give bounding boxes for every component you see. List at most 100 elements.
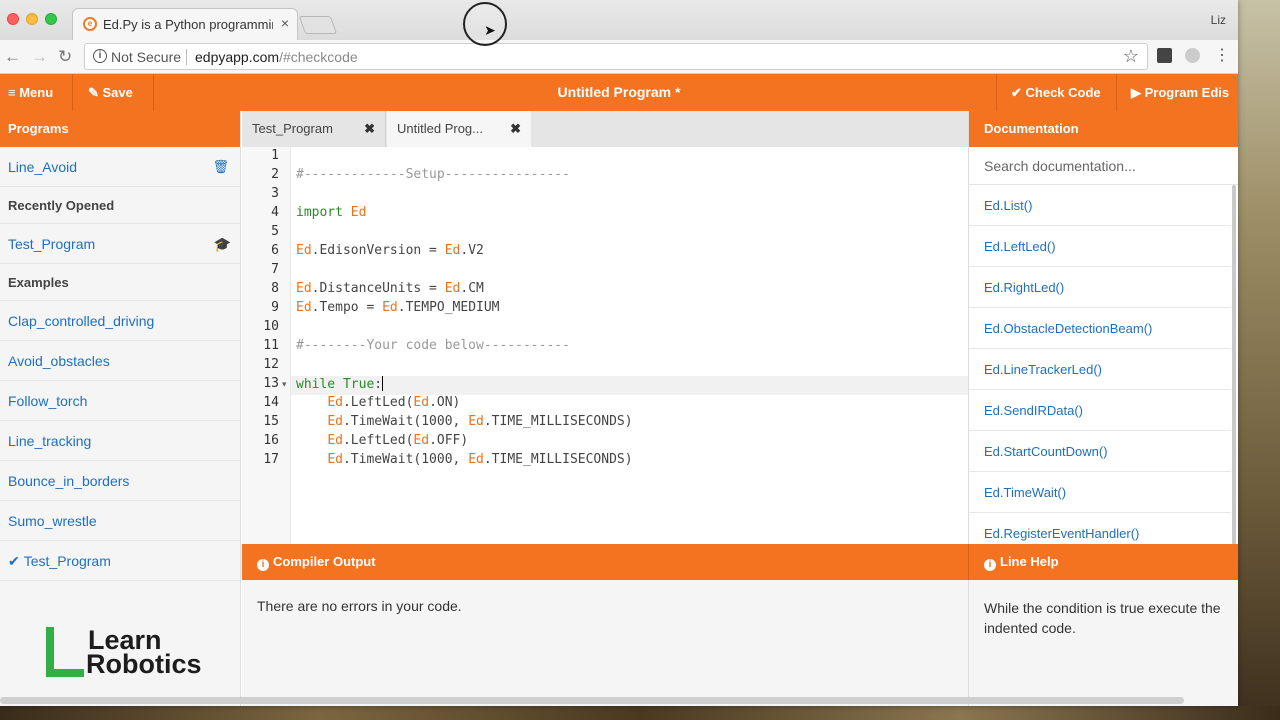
browser-tab[interactable]: e Ed.Py is a Python programming × <box>72 8 298 40</box>
recently-opened-heading: Recently Opened <box>0 187 240 224</box>
maximize-window-button[interactable] <box>45 13 57 25</box>
logo-l-mark <box>46 627 84 677</box>
save-button[interactable]: ✎ Save <box>74 74 154 111</box>
code-line[interactable]: Ed.TimeWait(1000, Ed.TIME_MILLISECONDS) <box>296 452 632 467</box>
line-number-gutter: 1 2 3 4 5 6 7 8 9 10 11 12 13 ▾ 14 15 16 17 <box>242 147 291 544</box>
menu-button[interactable]: ≡ Menu <box>0 74 73 111</box>
sidebar-item-test-program[interactable]: ✔ Test_Program <box>0 541 240 581</box>
horizontal-scrollbar[interactable] <box>0 697 1184 704</box>
programs-heading: Programs <box>0 111 240 147</box>
sidebar-item-bounce-in-borders[interactable]: Bounce_in_borders <box>0 461 240 501</box>
fold-arrow-icon[interactable]: ▾ <box>282 379 287 390</box>
code-line[interactable]: Ed.DistanceUnits = Ed.CM <box>296 281 484 296</box>
url-text[interactable]: edpyapp.com/#checkcode <box>195 49 358 65</box>
line-number: 7 <box>271 262 279 277</box>
tab-untitled-program[interactable]: Untitled Prog... ✖ <box>387 111 531 147</box>
documentation-item[interactable]: Ed.TimeWait() <box>969 472 1231 513</box>
line-number: 1 <box>271 148 279 163</box>
close-tab-icon[interactable]: ✖ <box>510 111 521 147</box>
info-icon[interactable]: i <box>93 49 107 63</box>
tab-test-program[interactable]: Test_Program ✖ <box>242 111 386 147</box>
code-line[interactable]: import Ed <box>296 205 366 220</box>
close-window-button[interactable] <box>7 13 19 25</box>
line-number: 5 <box>271 224 279 239</box>
address-separator <box>186 49 187 65</box>
app-header: Untitled Program * ≡ Menu ✎ Save ✔ Check… <box>0 74 1238 111</box>
code-line[interactable]: Ed.EdisonVersion = Ed.V2 <box>296 243 484 258</box>
sidebar-item-label: Line_tracking <box>8 433 92 449</box>
code-line[interactable]: Ed.TimeWait(1000, Ed.TIME_MILLISECONDS) <box>296 414 632 429</box>
browser-tab-title: Ed.Py is a Python programming <box>103 17 273 32</box>
new-tab-button[interactable] <box>298 16 338 34</box>
sidebar-item-sumo-wrestle[interactable]: Sumo_wrestle <box>0 501 240 541</box>
info-icon: i <box>984 559 996 571</box>
documentation-list: Ed.List() Ed.LeftLed() Ed.RightLed() Ed.Obs… <box>969 185 1231 554</box>
line-number: 4 <box>271 205 279 220</box>
sidebar-item-label: Follow_torch <box>8 393 88 409</box>
code-line[interactable]: Ed.Tempo = Ed.TEMPO_MEDIUM <box>296 300 500 315</box>
documentation-item[interactable]: Ed.SendIRData() <box>969 390 1231 431</box>
address-bar[interactable]: i Not Secure edpyapp.com/#checkcode ☆ <box>84 43 1148 70</box>
line-help-title: Line Help <box>1000 554 1059 569</box>
programs-sidebar: Programs Line_Avoid 🗑 Recently Opened Te… <box>0 111 241 706</box>
tab-label: Test_Program <box>252 121 333 136</box>
checkmark-icon: ✔ <box>8 553 20 569</box>
tab-label: Untitled Prog... <box>397 121 483 136</box>
documentation-item[interactable]: Ed.LeftLed() <box>969 226 1231 267</box>
line-number: 15 <box>263 414 279 429</box>
bookmark-star-icon[interactable]: ☆ <box>1123 46 1139 67</box>
sidebar-item-label: Test_Program <box>23 553 111 569</box>
extension-icon[interactable] <box>1157 48 1172 63</box>
line-number: 3 <box>271 186 279 201</box>
code-line[interactable]: #--------Your code below----------- <box>296 338 570 353</box>
sidebar-item-label: Clap_controlled_driving <box>8 313 155 329</box>
editor-tabs: Test_Program ✖ Untitled Prog... ✖ <box>242 111 968 147</box>
profile-name[interactable]: Liz <box>1211 13 1226 27</box>
sidebar-item-clap-controlled-driving[interactable]: Clap_controlled_driving <box>0 301 240 341</box>
reload-icon[interactable]: ↻ <box>58 47 72 67</box>
program-edison-button[interactable]: ▶ Program Edis <box>1116 74 1238 111</box>
compiler-output-title: Compiler Output <box>273 554 376 569</box>
trash-icon[interactable]: 🗑 <box>212 147 229 187</box>
line-number: 17 <box>263 452 279 467</box>
close-tab-icon[interactable]: × <box>281 15 289 31</box>
background-ground <box>0 706 1280 720</box>
sidebar-item-line-avoid[interactable]: Line_Avoid 🗑 <box>0 147 240 187</box>
code-line[interactable]: Ed.LeftLed(Ed.ON) <box>296 395 460 410</box>
line-help-heading: i Line Help <box>968 544 1238 580</box>
code-line[interactable]: Ed.LeftLed(Ed.OFF) <box>296 433 468 448</box>
documentation-item[interactable]: Ed.ObstacleDetectionBeam() <box>969 308 1231 349</box>
mouse-pointer-icon: ➤ <box>484 22 496 38</box>
documentation-item[interactable]: Ed.StartCountDown() <box>969 431 1231 472</box>
documentation-heading: Documentation <box>969 111 1238 147</box>
documentation-scrollbar[interactable] <box>1232 185 1236 545</box>
sidebar-item-avoid-obstacles[interactable]: Avoid_obstacles <box>0 341 240 381</box>
line-number: 13 <box>263 376 279 391</box>
sidebar-item-recent-test-program[interactable]: Test_Program 🎓 <box>0 224 240 264</box>
browser-menu-icon[interactable]: ⋮ <box>1214 45 1230 65</box>
documentation-item[interactable]: Ed.LineTrackerLed() <box>969 349 1231 390</box>
documentation-search-input[interactable] <box>969 147 1238 185</box>
code-editor[interactable]: 1 2 3 4 5 6 7 8 9 10 11 12 13 ▾ 14 15 16 17 #------------… <box>242 147 968 544</box>
security-label[interactable]: Not Secure <box>111 49 181 65</box>
back-arrow-icon[interactable]: ← <box>4 47 21 67</box>
sidebar-item-line-tracking[interactable]: Line_tracking <box>0 421 240 461</box>
sidebar-item-follow-torch[interactable]: Follow_torch <box>0 381 240 421</box>
extension-puzzle-icon[interactable] <box>1185 48 1200 63</box>
code-line[interactable]: #-------------Setup---------------- <box>296 167 570 182</box>
background-tree <box>1236 0 1280 720</box>
documentation-item[interactable]: Ed.List() <box>969 185 1231 226</box>
close-tab-icon[interactable]: ✖ <box>364 111 375 147</box>
line-number: 12 <box>263 357 279 372</box>
check-code-button[interactable]: ✔ Check Code <box>996 74 1115 111</box>
browser-toolbar: ← → ↻ i Not Secure edpyapp.com/#checkcod… <box>0 40 1238 74</box>
examples-heading: Examples <box>0 264 240 301</box>
line-number: 2 <box>271 167 279 182</box>
code-line[interactable]: while True: <box>296 376 384 392</box>
forward-arrow-icon[interactable]: → <box>31 47 48 67</box>
minimize-window-button[interactable] <box>26 13 38 25</box>
info-icon: i <box>257 559 269 571</box>
documentation-item[interactable]: Ed.RightLed() <box>969 267 1231 308</box>
graduation-cap-icon[interactable]: 🎓 <box>214 224 231 264</box>
logo-text-robotics: Robotics <box>86 649 202 679</box>
